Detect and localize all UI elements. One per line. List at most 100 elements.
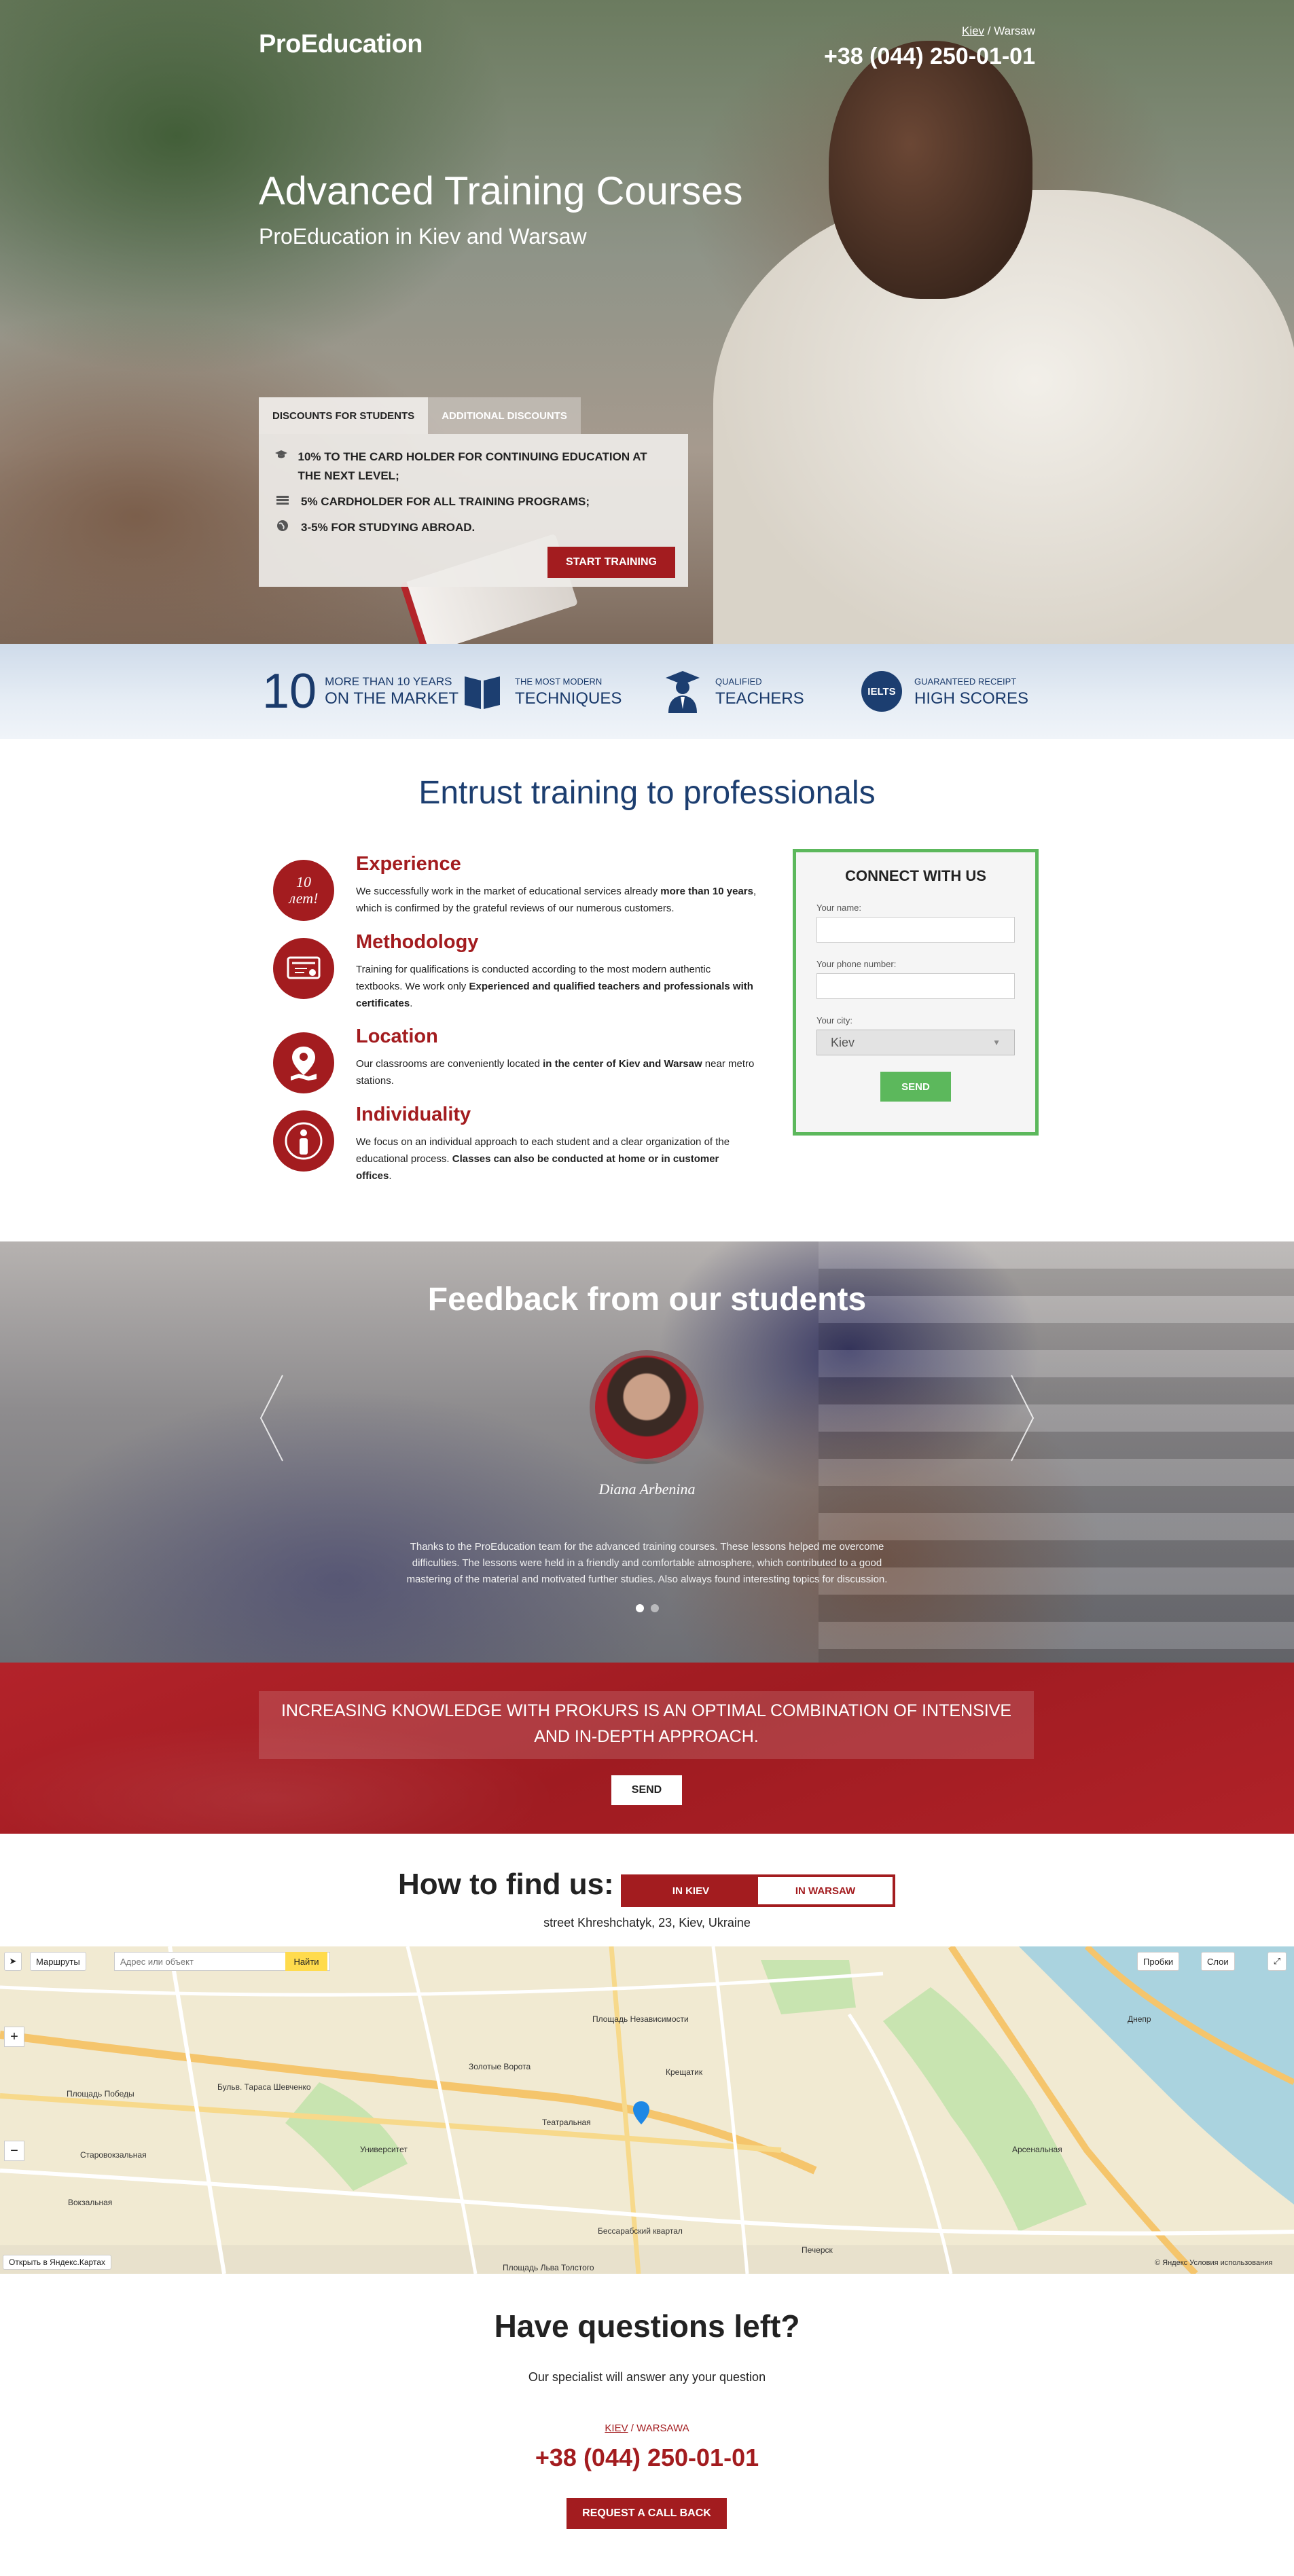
badge-text: 10 лет!	[289, 873, 319, 907]
text-bold: in the center of Kiev and Warsaw	[543, 1058, 702, 1070]
feedback-section: Feedback from our students Diana Arbenin…	[0, 1241, 1294, 1663]
map-label: Золотые Ворота	[469, 2062, 531, 2071]
prev-arrow-icon[interactable]	[258, 1374, 285, 1462]
feature-line2: ON THE MARKET	[325, 689, 459, 708]
feature-techniques: THE MOST MODERN TECHNIQUES	[462, 664, 622, 719]
city-link-kiev[interactable]: Kiev	[962, 24, 984, 37]
location-pin-icon	[273, 1032, 334, 1093]
questions-subtitle: Our specialist will answer any your ques…	[528, 2370, 766, 2384]
phone-field[interactable]	[816, 973, 1015, 999]
city-link-warsaw[interactable]: Warsaw	[994, 24, 1035, 37]
feature-big-number: 10	[262, 664, 317, 719]
certificate-icon	[273, 938, 334, 999]
footer-city-link-warsaw[interactable]: WARSAWA	[636, 2423, 689, 2434]
routes-label: Маршруты	[36, 1956, 80, 1967]
header-phone[interactable]: +38 (044) 250-01-01	[824, 43, 1035, 70]
review-text: Thanks to the ProEducation team for the …	[406, 1541, 888, 1585]
advantage-text: We focus on an individual approach to ea…	[356, 1133, 757, 1184]
map-canvas	[0, 1946, 1294, 2274]
map-label: Печерск	[802, 2245, 833, 2255]
slider-dot[interactable]	[650, 1604, 659, 1612]
feature-line1: THE MOST MODERN	[515, 676, 603, 687]
routes-button[interactable]: Маршруты	[30, 1952, 86, 1971]
map-label: Площадь Независимости	[592, 2014, 689, 2024]
advantage-heading: Experience	[356, 853, 461, 875]
map-find-button[interactable]: Найти	[285, 1952, 327, 1971]
feature-years: 10 MORE THAN 10 YEARS ON THE MARKET	[262, 664, 459, 719]
start-training-button[interactable]: START TRAINING	[547, 547, 675, 578]
hero-photo-head	[829, 41, 1032, 299]
feature-line2: HIGH SCORES	[914, 689, 1029, 708]
slogan-section: INCREASING KNOWLEDGE WITH PROKURS IS AN …	[0, 1663, 1294, 1834]
text-part: .	[410, 998, 413, 1009]
request-call-back-button[interactable]: REQUEST A CALL BACK	[567, 2498, 727, 2529]
geolocation-icon[interactable]: ➤	[4, 1952, 22, 1971]
text-part: We successfully work in the market of ed…	[356, 886, 661, 897]
ielts-badge: IELTS	[861, 671, 902, 712]
discount-item: 3-5% for studying abroad.	[274, 518, 673, 537]
discount-text: 5% cardholder for all training programs;	[301, 495, 590, 508]
map-label: Днепр	[1128, 2014, 1151, 2024]
person-icon	[273, 1110, 334, 1172]
next-arrow-icon[interactable]	[1009, 1374, 1036, 1462]
map-label: Бессарабский квартал	[598, 2226, 683, 2236]
discount-text: 3-5% for studying abroad.	[301, 521, 475, 534]
reviewer-name: Diana Arbenina	[598, 1481, 696, 1498]
slider-dot[interactable]	[635, 1604, 644, 1612]
text-bold: more than 10 years	[660, 886, 753, 897]
feature-teachers: QUALIFIED TEACHERS	[662, 664, 804, 719]
teacher-icon	[662, 670, 703, 713]
map-label: Крещатик	[666, 2067, 703, 2077]
tab-in-kiev[interactable]: IN KIEV	[624, 1877, 758, 1904]
advantage-heading: Methodology	[356, 931, 479, 953]
map-label: Университет	[360, 2145, 408, 2154]
text-part: .	[389, 1170, 392, 1182]
card-icon	[274, 492, 291, 507]
reviewer-avatar	[590, 1350, 704, 1464]
layers-button[interactable]: Слои	[1201, 1952, 1235, 1971]
hero-section: ProEducation Kiev / Warsaw +38 (044) 250…	[0, 0, 1294, 644]
city-label: Your city:	[816, 1015, 852, 1026]
discount-text: 10% to the card holder for continuing ed…	[298, 450, 647, 482]
feature-line1: QUALIFIED	[715, 676, 762, 687]
footer-phone[interactable]: +38 (044) 250-01-01	[0, 2444, 1294, 2472]
city-separator: /	[628, 2423, 637, 2434]
open-in-label: Открыть в Яндекс.Картах	[9, 2257, 105, 2267]
map-label: Площадь Льва Толстого	[503, 2263, 594, 2272]
traffic-button[interactable]: Пробки	[1137, 1952, 1180, 1971]
map-label: Арсенальная	[1012, 2145, 1062, 2154]
tab-additional-discounts[interactable]: ADDITIONAL DISCOUNTS	[428, 397, 581, 434]
discount-tabs: DISCOUNTS FOR STUDENTS ADDITIONAL DISCOU…	[259, 397, 581, 434]
name-field[interactable]	[816, 917, 1015, 943]
book-icon	[462, 670, 503, 713]
feature-line1: GUARANTEED RECEIPT	[914, 676, 1017, 687]
address-text: street Khreshchatyk, 23, Kiev, Ukraine	[543, 1916, 751, 1929]
city-switcher: Kiev / Warsaw	[962, 24, 1035, 38]
zoom-in-button[interactable]: +	[4, 2027, 24, 2047]
advantage-text: Our classrooms are conveniently located …	[356, 1055, 757, 1089]
zoom-out-button[interactable]: −	[4, 2141, 24, 2161]
feature-line2: TECHNIQUES	[515, 689, 622, 708]
connect-send-button[interactable]: SEND	[880, 1072, 951, 1102]
map[interactable]: ➤ Маршруты Найти Пробки Слои ⤢ + − Площа…	[0, 1946, 1294, 2274]
connect-form: CONNECT WITH US Your name: Your phone nu…	[793, 849, 1039, 1136]
advantage-heading: Location	[356, 1026, 438, 1047]
tab-discounts-for-students[interactable]: DISCOUNTS FOR STUDENTS	[259, 397, 429, 434]
fullscreen-icon[interactable]: ⤢	[1268, 1952, 1287, 1971]
feature-line2: TEACHERS	[715, 689, 804, 708]
advantage-heading: Individuality	[356, 1104, 471, 1125]
graduation-cap-icon	[274, 448, 289, 462]
slider-dots	[0, 1604, 1294, 1612]
name-label: Your name:	[816, 903, 862, 913]
tab-in-warsaw[interactable]: IN WARSAW	[758, 1877, 893, 1904]
hero-title: Advanced Training Courses	[259, 169, 743, 213]
ielts-icon: IELTS	[861, 670, 902, 713]
logo[interactable]: ProEducation	[259, 30, 423, 59]
city-select[interactable]: Kiev ▼	[816, 1030, 1015, 1055]
discount-item: 10% to the card holder for continuing ed…	[274, 448, 673, 486]
slogan-send-button[interactable]: SEND	[611, 1775, 682, 1805]
footer-city-link-kiev[interactable]: KIEV	[605, 2423, 628, 2434]
chevron-down-icon: ▼	[992, 1038, 1001, 1047]
open-in-yandex-link[interactable]: Открыть в Яндекс.Картах	[3, 2255, 111, 2270]
map-copyright[interactable]: © Яндекс Условия использования	[1155, 2259, 1272, 2267]
